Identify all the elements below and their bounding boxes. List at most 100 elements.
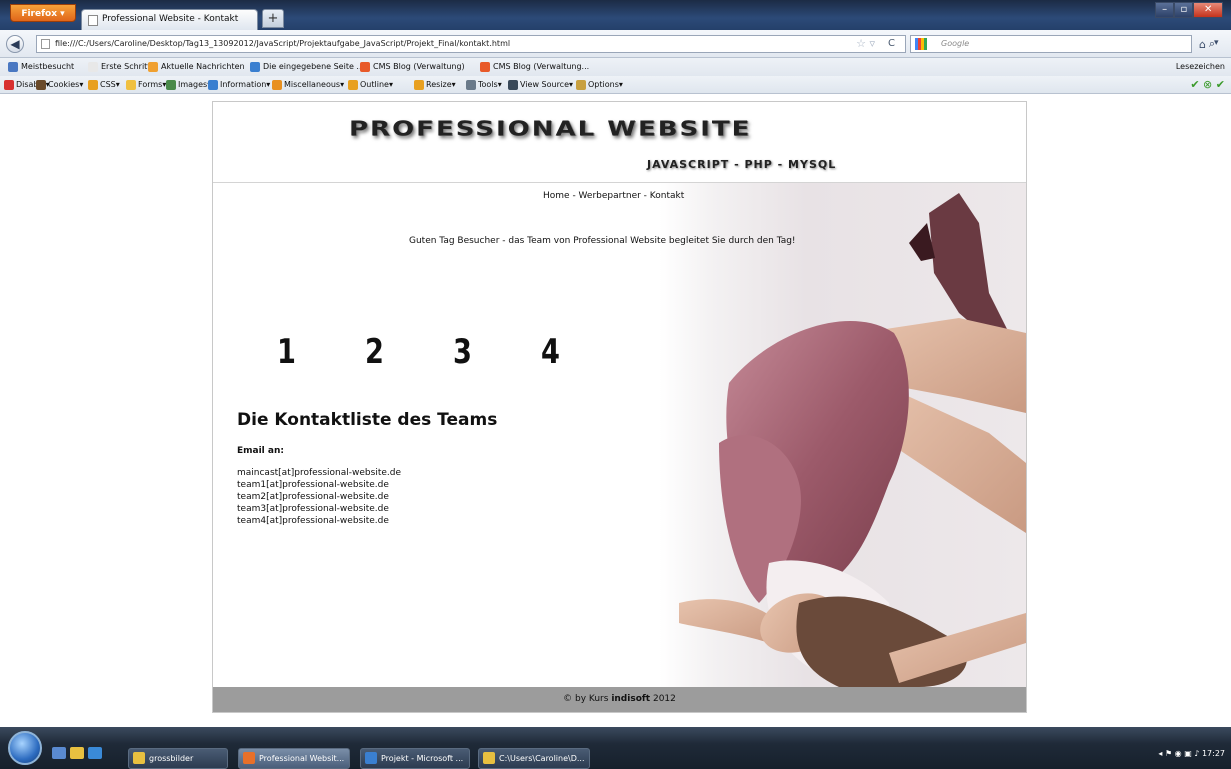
explorer-icon[interactable] (70, 747, 84, 759)
bookmark-icon (250, 61, 260, 72)
devtool-icon (576, 79, 586, 90)
firefox-menu-button[interactable]: Firefox ▾ (10, 4, 76, 22)
taskbar-item-label: C:\Users\Caroline\D... (499, 754, 585, 763)
google-icon[interactable] (915, 38, 927, 50)
site-footer: © by Kurs indisoft 2012 (213, 687, 1026, 712)
devtool-label: Images▾ (178, 80, 212, 89)
document-icon (41, 39, 50, 49)
bookmark-item[interactable]: Erste Schritte (88, 58, 155, 76)
show-desktop-icon[interactable] (52, 747, 66, 759)
devtool-label: Information▾ (220, 80, 271, 89)
site-slogan: JAVASCRIPT - PHP - MYSQL (647, 158, 837, 171)
bookmark-label: CMS Blog (Verwaltung) (373, 62, 465, 71)
back-button[interactable]: ◀ (6, 35, 24, 53)
devtool-label: Tools▾ (478, 80, 502, 89)
tray-icons[interactable]: ◂ ⚑ ◉ ▣ ♪ (1158, 749, 1202, 758)
devtool-menu[interactable]: Options▾ (576, 76, 623, 94)
taskbar-item-label: Professional Websit... (259, 754, 345, 763)
devtool-icon (208, 79, 218, 90)
navigation-bar: ◀ file:///C:/Users/Caroline/Desktop/Tag1… (0, 30, 1231, 58)
devtool-menu[interactable]: Images▾ (166, 76, 211, 94)
bookmark-item[interactable]: Aktuelle Nachrichten (148, 58, 245, 76)
devtool-icon (272, 79, 282, 90)
taskbar-item-label: grossbilder (149, 754, 194, 763)
devtool-label: Cookies▾ (48, 80, 84, 89)
close-button[interactable]: ✕ (1193, 2, 1223, 18)
addon-menu-icon[interactable]: ▾ (1214, 38, 1219, 48)
footer-copyright: © by Kurs (563, 694, 609, 704)
taskbar-item[interactable]: Professional Websit... (238, 748, 350, 769)
start-button[interactable] (8, 731, 42, 765)
home-icon[interactable]: ⌂ (1199, 38, 1206, 51)
email-address[interactable]: team2[at]professional-website.de (237, 491, 401, 503)
devtool-icon (88, 79, 98, 90)
devtool-menu[interactable]: Miscellaneous▾ (272, 76, 344, 94)
url-bar[interactable]: file:///C:/Users/Caroline/Desktop/Tag13_… (36, 35, 906, 53)
number-link-1[interactable]: 1 (277, 332, 347, 372)
devtool-menu[interactable]: Forms▾ (126, 76, 166, 94)
devtool-menu[interactable]: Information▾ (208, 76, 270, 94)
taskbar-item[interactable]: Projekt - Microsoft ... (360, 748, 470, 769)
devtool-menu[interactable]: Resize▾ (414, 76, 456, 94)
devtool-menu[interactable]: CSS▾ (88, 76, 120, 94)
minimize-button[interactable]: – (1155, 2, 1175, 18)
windows-taskbar: ◂ ⚑ ◉ ▣ ♪ 17:27 grossbilder Professional … (0, 727, 1231, 769)
ie-icon[interactable] (88, 747, 102, 759)
number-link-3[interactable]: 3 (453, 332, 523, 372)
number-link-4[interactable]: 4 (541, 332, 611, 372)
bookmarks-menu[interactable]: Lesezeichen (1176, 58, 1225, 76)
maximize-button[interactable]: ▫ (1174, 2, 1194, 18)
taskbar-app-icon (243, 752, 255, 764)
bookmark-icon (88, 61, 98, 72)
reload-icon[interactable]: C (888, 36, 895, 52)
number-link-2[interactable]: 2 (365, 332, 435, 372)
clock[interactable]: 17:27 (1202, 749, 1225, 758)
status-icons: ✔ ⊗ ✔ (1190, 78, 1225, 91)
devtool-menu[interactable]: View Source▾ (508, 76, 573, 94)
browser-titlebar: Firefox ▾ Professional Website - Kontakt… (0, 0, 1231, 30)
devtool-icon (166, 79, 176, 90)
devtool-label: Miscellaneous▾ (284, 80, 345, 89)
site-logo[interactable]: PROFESSIONAL WEBSITE (349, 117, 751, 141)
devtool-icon (4, 79, 14, 90)
devtool-icon (348, 79, 358, 90)
bookmark-label: CMS Blog (Verwaltung... (493, 62, 590, 71)
devtool-menu[interactable]: Cookies▾ (36, 76, 83, 94)
bookmark-item[interactable]: CMS Blog (Verwaltung) (360, 58, 465, 76)
devtool-icon (508, 79, 518, 90)
taskbar-item-label: Projekt - Microsoft ... (381, 754, 464, 763)
bookmark-item[interactable]: Meistbesucht (8, 58, 74, 76)
bookmark-label: Aktuelle Nachrichten (161, 62, 245, 71)
bookmarks-toolbar: Meistbesucht Erste Schritte Aktuelle Nachr… (0, 58, 1231, 76)
email-address[interactable]: team3[at]professional-website.de (237, 503, 401, 515)
taskbar-item[interactable]: grossbilder (128, 748, 228, 769)
devtool-icon (414, 79, 424, 90)
search-placeholder: Google (941, 39, 970, 48)
site-navigation[interactable]: Home - Werbepartner - Kontakt (543, 191, 684, 201)
devtool-menu[interactable]: Tools▾ (466, 76, 502, 94)
email-address[interactable]: maincast[at]professional-website.de (237, 467, 401, 479)
taskbar-item[interactable]: C:\Users\Caroline\D... (478, 748, 590, 769)
bookmark-icon (480, 61, 490, 72)
bookmark-icon (8, 61, 18, 72)
devtool-icon (36, 79, 46, 90)
devtool-label: Resize▾ (426, 80, 456, 89)
footer-brand: indisoft (611, 694, 651, 704)
devtool-icon (126, 79, 136, 90)
email-address[interactable]: team1[at]professional-website.de (237, 479, 401, 491)
page-icon (88, 15, 98, 26)
taskbar-app-icon (483, 752, 495, 764)
devtool-icon (466, 79, 476, 90)
email-label: Email an: (237, 446, 284, 456)
bookmark-item[interactable]: CMS Blog (Verwaltung... (480, 58, 589, 76)
email-address[interactable]: team4[at]professional-website.de (237, 515, 401, 527)
bookmark-item[interactable]: Die eingegebene Seite ... (250, 58, 364, 76)
taskbar-app-icon (365, 752, 377, 764)
devtool-label: CSS▾ (100, 80, 120, 89)
bookmark-star-icon[interactable]: ☆ ▿ (856, 36, 875, 52)
web-developer-toolbar: ✔ ⊗ ✔ Disable▾ Cookies▾ CSS▾ Forms▾ Images▾ I… (0, 76, 1231, 94)
search-bar[interactable]: Google ⌕ (910, 35, 1215, 53)
devtool-menu[interactable]: Outline▾ (348, 76, 393, 94)
new-tab-button[interactable]: + (262, 9, 284, 28)
tab-kontakt[interactable]: Professional Website - Kontakt (81, 9, 258, 30)
